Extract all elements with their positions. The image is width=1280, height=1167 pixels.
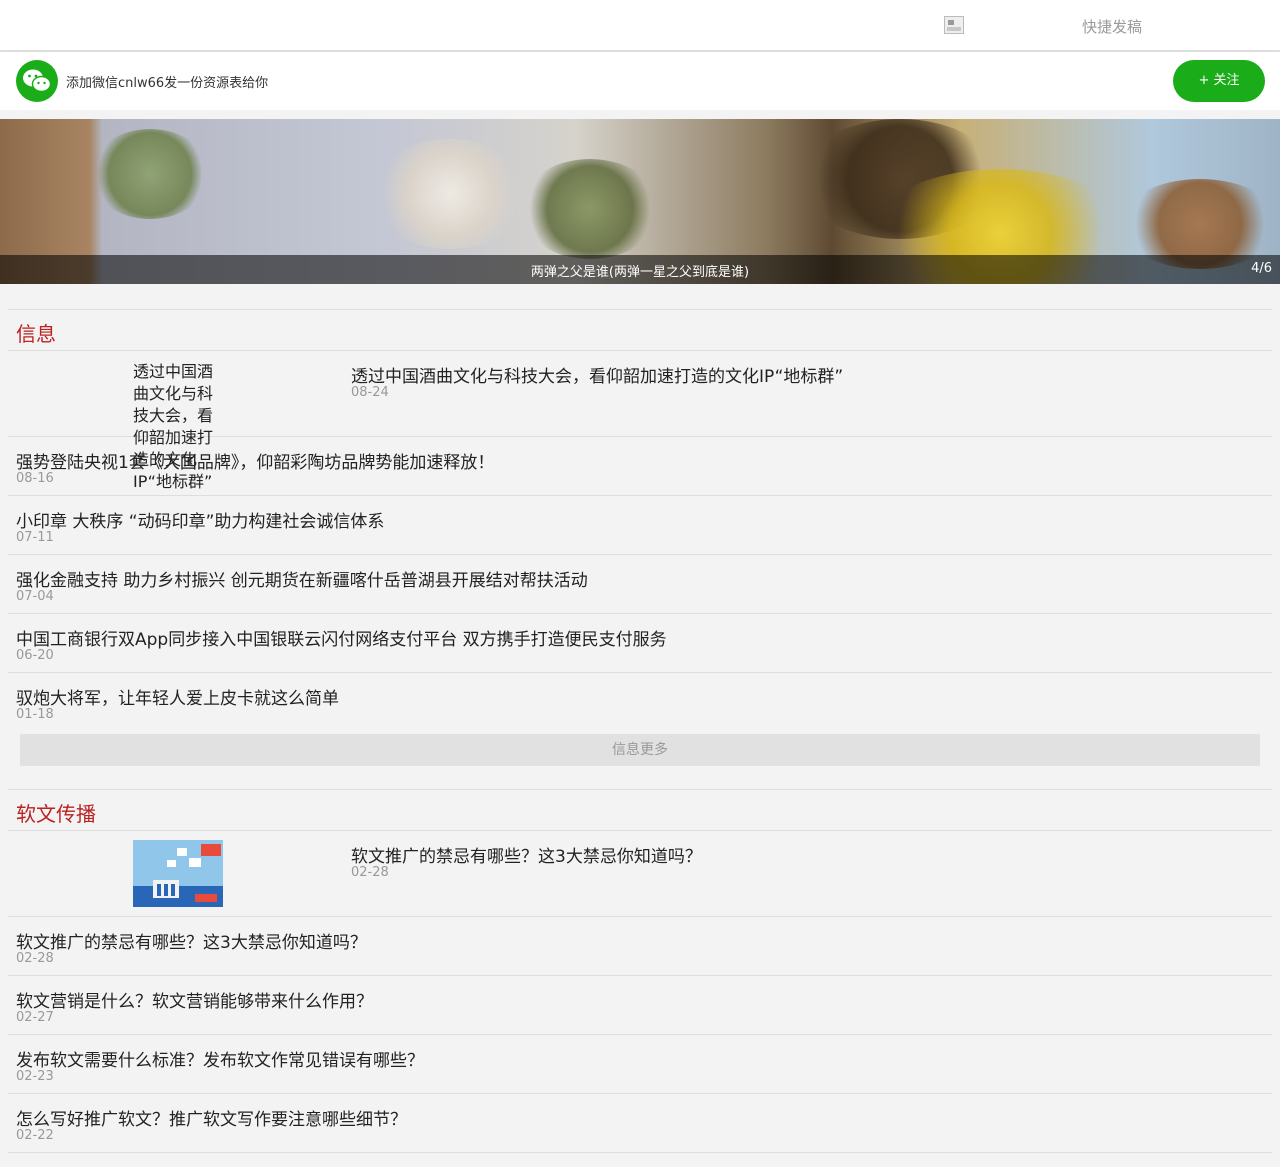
feature-date: 02-28 — [351, 865, 389, 880]
list-item[interactable]: 中国工商银行双App同步接入中国银联云闪付网络支付平台 双方携手打造便民支付服务… — [8, 614, 1272, 673]
feature-thumbnail[interactable] — [133, 840, 223, 907]
list-item[interactable]: 怎么写好推广软文？推广软文写作要注意哪些细节？ 02-22 — [8, 1094, 1272, 1153]
item-date: 06-20 — [16, 648, 54, 663]
feature-date: 08-24 — [351, 385, 389, 400]
feature-title[interactable]: 软文推广的禁忌有哪些？这3大禁忌你知道吗？ — [351, 842, 702, 867]
item-date: 02-28 — [16, 951, 54, 966]
item-date: 07-04 — [16, 589, 54, 604]
item-title[interactable]: 中国工商银行双App同步接入中国银联云闪付网络支付平台 双方携手打造便民支付服务 — [16, 625, 667, 650]
item-title[interactable]: 驭炮大将军，让年轻人爱上皮卡就这么简单 — [16, 684, 339, 709]
item-title[interactable]: 发布软文需要什么标准？发布软文作常见错误有哪些？ — [16, 1046, 424, 1071]
list-item[interactable]: 发布软文需要什么标准？发布软文作常见错误有哪些？ 02-23 — [8, 1035, 1272, 1094]
news-more-button[interactable]: 信息更多 — [20, 734, 1260, 766]
item-date: 02-22 — [16, 1128, 54, 1143]
list-item[interactable]: 软文营销是什么？软文营销能够带来什么作用？ 02-27 — [8, 976, 1272, 1035]
banner-carousel[interactable]: 两弹之父是谁(两弹一星之父到底是谁) 4/6 — [0, 119, 1280, 284]
item-title[interactable]: 怎么写好推广软文？推广软文写作要注意哪些细节？ — [16, 1105, 407, 1130]
banner-image — [90, 129, 210, 219]
section-title[interactable]: 信息 — [16, 318, 56, 347]
item-date: 01-18 — [16, 707, 54, 722]
list-item[interactable]: 小印章 大秩序 “动码印章”助力构建社会诚信体系 07-11 — [8, 496, 1272, 555]
item-date: 07-11 — [16, 530, 54, 545]
section-header: 信息 — [8, 309, 1272, 351]
section-title[interactable]: 软文传播 — [16, 798, 96, 827]
pr-section: 软文传播 软文推广的禁忌有哪些？这3大禁忌你知道吗？ 02-28 软文推广的禁忌… — [8, 789, 1272, 1153]
item-title[interactable]: 强势登陆央视1套《大国品牌》，仰韶彩陶坊品牌势能加速释放！ — [16, 448, 494, 473]
list-item[interactable]: 驭炮大将军，让年轻人爱上皮卡就这么简单 01-18 — [8, 673, 1272, 731]
feature-title[interactable]: 透过中国酒曲文化与科技大会，看仰韶加速打造的文化IP“地标群” — [351, 362, 843, 387]
banner-counter: 4/6 — [1251, 261, 1272, 276]
quick-post-link[interactable]: 快捷发稿 — [1082, 16, 1142, 37]
banner-caption-bar: 两弹之父是谁(两弹一星之父到底是谁) 4/6 — [0, 255, 1280, 284]
broken-image-icon[interactable] — [944, 16, 964, 34]
item-date: 02-27 — [16, 1010, 54, 1025]
item-title[interactable]: 软文营销是什么？软文营销能够带来什么作用？ — [16, 987, 373, 1012]
wechat-follow-bar: 添加微信cnlw66发一份资源表给你 + 关注 — [0, 52, 1280, 110]
feature-thumbnail[interactable]: 透过中国酒曲文化与科技大会，看仰韶加速打造的文化IP“地标群” — [133, 361, 223, 493]
item-title[interactable]: 小印章 大秩序 “动码印章”助力构建社会诚信体系 — [16, 507, 384, 532]
feature-item[interactable]: 软文推广的禁忌有哪些？这3大禁忌你知道吗？ 02-28 — [8, 831, 1272, 917]
follow-button[interactable]: + 关注 — [1173, 60, 1265, 102]
news-section: 信息 透过中国酒曲文化与科技大会，看仰韶加速打造的文化IP“地标群” 透过中国酒… — [8, 309, 1272, 766]
wechat-icon — [16, 60, 58, 102]
list-item[interactable]: 软文推广的禁忌有哪些？这3大禁忌你知道吗？ 02-28 — [8, 917, 1272, 976]
item-date: 08-16 — [16, 471, 54, 486]
feature-item[interactable]: 透过中国酒曲文化与科技大会，看仰韶加速打造的文化IP“地标群” 透过中国酒曲文化… — [8, 351, 1272, 491]
section-header: 软文传播 — [8, 789, 1272, 831]
top-bar: 快捷发稿 — [0, 0, 1280, 51]
list-item[interactable]: 强化金融支持 助力乡村振兴 创元期货在新疆喀什岳普湖县开展结对帮扶活动 07-0… — [8, 555, 1272, 614]
banner-caption[interactable]: 两弹之父是谁(两弹一星之父到底是谁) — [0, 261, 1280, 280]
item-date: 02-23 — [16, 1069, 54, 1084]
item-title[interactable]: 强化金融支持 助力乡村振兴 创元期货在新疆喀什岳普湖县开展结对帮扶活动 — [16, 566, 588, 591]
item-title[interactable]: 软文推广的禁忌有哪些？这3大禁忌你知道吗？ — [16, 928, 367, 953]
wechat-message: 添加微信cnlw66发一份资源表给你 — [66, 76, 269, 91]
